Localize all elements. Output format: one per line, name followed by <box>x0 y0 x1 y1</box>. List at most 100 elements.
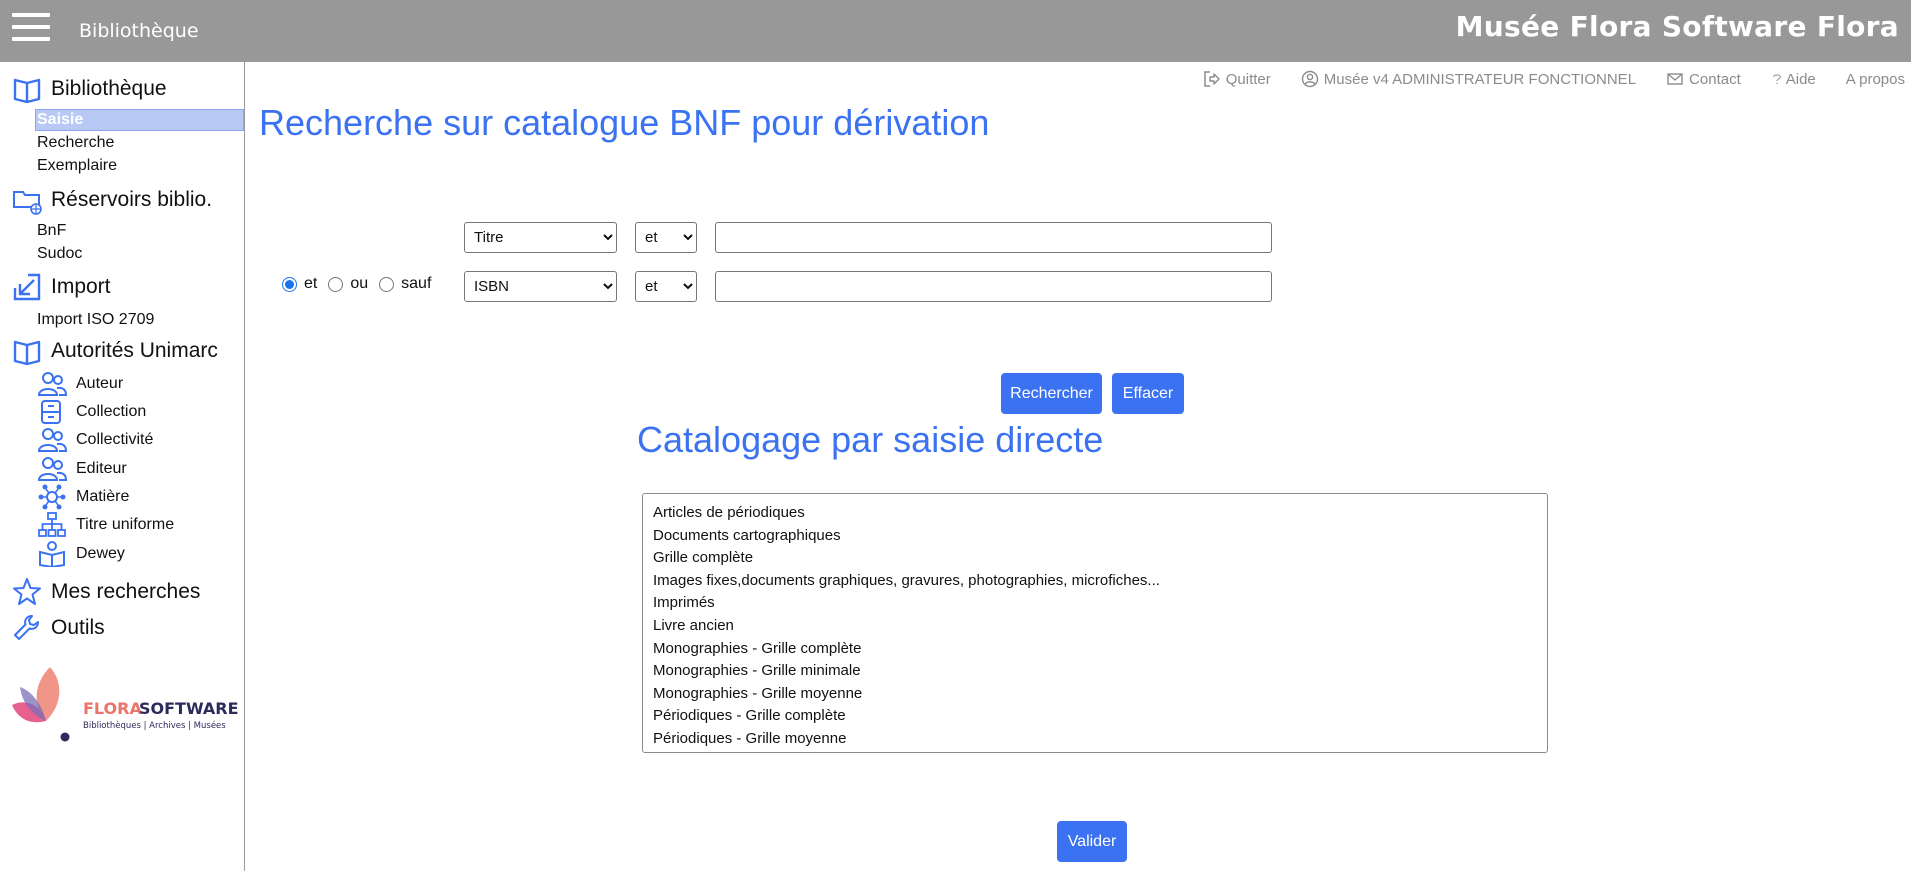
sidebar-item-bnf[interactable]: BnF <box>37 222 66 240</box>
sidebar-item-collection[interactable]: Collection <box>37 399 146 425</box>
search-input-2[interactable] <box>715 271 1272 302</box>
about-link[interactable]: A propos <box>1846 70 1905 88</box>
radio-sauf-label: sauf <box>401 275 432 292</box>
template-option[interactable]: Imprimés <box>643 592 1547 615</box>
logo-name-part1: FLORA <box>83 699 142 718</box>
users-icon <box>37 428 67 452</box>
sidebar-item-auteur[interactable]: Auteur <box>37 371 123 397</box>
radio-et[interactable]: et <box>282 275 317 293</box>
search-field-select-1[interactable]: Titre <box>464 222 617 253</box>
users-icon <box>37 372 67 396</box>
sidebar-item-label: Collectivité <box>76 431 154 448</box>
folder-globe-icon <box>13 191 42 215</box>
book-reader-icon <box>39 541 65 567</box>
sidebar-item-label: Collection <box>76 403 147 420</box>
sidebar-section-mes-recherches[interactable]: Mes recherches <box>12 577 200 607</box>
sidebar-item-label: Editeur <box>76 460 127 477</box>
book-open-icon <box>13 340 41 366</box>
quit-link[interactable]: Quitter <box>1203 70 1271 88</box>
user-link[interactable]: Musée v4 ADMINISTRATEUR FONCTIONNEL <box>1301 70 1636 88</box>
sidebar-section-label: Bibliothèque <box>51 77 167 100</box>
sidebar-section-label: Outils <box>51 616 105 639</box>
template-option[interactable]: Grille complète <box>643 547 1547 570</box>
sidebar-section-label: Import <box>51 275 111 298</box>
clear-button[interactable]: Effacer <box>1112 373 1184 414</box>
direct-cataloging-title: Catalogage par saisie directe <box>637 419 1104 460</box>
search-button[interactable]: Rechercher <box>1001 373 1102 414</box>
sidebar-item-recherche[interactable]: Recherche <box>37 134 114 152</box>
users-icon <box>37 457 67 481</box>
star-icon <box>13 578 41 605</box>
search-operator-select-1[interactable]: et <box>635 222 697 253</box>
radio-sauf[interactable]: sauf <box>379 275 431 293</box>
archive-icon <box>41 400 61 424</box>
help-label: Aide <box>1785 70 1816 88</box>
flora-software-logo: FLORA SOFTWARE Bibliothèques | Archives … <box>10 665 240 755</box>
quit-label: Quitter <box>1225 70 1271 88</box>
template-option[interactable]: Monographies - Grille complète <box>643 638 1547 661</box>
sidebar-section-outils[interactable]: Outils <box>12 613 105 643</box>
sidebar-item-collectivite[interactable]: Collectivité <box>37 427 153 453</box>
template-listbox[interactable]: Articles de périodiques Documents cartogr… <box>642 493 1548 753</box>
sidebar-item-editeur[interactable]: Editeur <box>37 456 127 482</box>
template-option[interactable]: Articles de périodiques <box>643 502 1547 525</box>
validate-button[interactable]: Valider <box>1057 821 1127 862</box>
template-option[interactable]: Livre ancien <box>643 615 1547 638</box>
template-option[interactable]: Images fixes,documents graphiques, gravu… <box>643 570 1547 593</box>
import-arrow-icon <box>13 273 41 301</box>
sidebar-item-label: Titre uniforme <box>76 516 175 533</box>
sidebar-item-import-iso[interactable]: Import ISO 2709 <box>37 311 154 329</box>
sidebar-item-sudoc[interactable]: Sudoc <box>37 245 82 263</box>
template-option[interactable]: Périodiques - Grille complète <box>643 705 1547 728</box>
sidebar-section-label: Réservoirs biblio. <box>51 188 213 211</box>
sidebar-item-matiere[interactable]: Matière <box>37 484 129 510</box>
radio-ou-input[interactable] <box>328 276 344 292</box>
radio-ou-label: ou <box>350 275 369 292</box>
sidebar-item-label: Dewey <box>76 545 125 562</box>
logo-name-part2: SOFTWARE <box>139 699 239 718</box>
template-option[interactable]: Monographies - Grille minimale <box>643 660 1547 683</box>
search-field-select-2[interactable]: ISBN <box>464 271 617 302</box>
boolean-radio-group: et ou sauf <box>282 275 442 293</box>
sidebar-section-reservoirs[interactable]: Réservoirs biblio. <box>12 185 212 215</box>
app-title: Musée Flora Software Flora <box>1455 10 1899 43</box>
user-circle-icon <box>1301 70 1318 88</box>
radio-sauf-input[interactable] <box>379 276 395 292</box>
top-bar: Bibliothèque Musée Flora Software Flora <box>0 0 1911 62</box>
sidebar-section-label: Autorités Unimarc <box>51 339 218 362</box>
top-links: Quitter Musée v4 ADMINISTRATEUR FONCTION… <box>1173 70 1905 88</box>
network-icon <box>38 484 66 510</box>
contact-link[interactable]: Contact <box>1666 70 1741 88</box>
menu-icon[interactable] <box>12 13 50 41</box>
search-operator-select-2[interactable]: et <box>635 271 697 302</box>
radio-et-input[interactable] <box>282 276 297 292</box>
sidebar-item-dewey[interactable]: Dewey <box>37 541 125 567</box>
template-option[interactable]: Périodiques - Grille moyenne <box>643 728 1547 751</box>
sidebar-section-autorites[interactable]: Autorités Unimarc <box>12 336 218 366</box>
sidebar: Bibliothèque Saisie Recherche Exemplaire… <box>0 62 245 871</box>
template-option[interactable]: Monographies - Grille moyenne <box>643 683 1547 706</box>
template-option[interactable]: Documents cartographiques <box>643 525 1547 548</box>
radio-ou[interactable]: ou <box>328 275 368 293</box>
sidebar-item-label: Matière <box>76 488 130 505</box>
sidebar-item-exemplaire[interactable]: Exemplaire <box>37 157 117 175</box>
book-open-icon <box>13 78 41 104</box>
sidebar-section-label: Mes recherches <box>51 580 201 603</box>
module-title: Bibliothèque <box>79 20 199 42</box>
radio-et-label: et <box>304 275 318 292</box>
question-icon <box>1772 74 1781 84</box>
mail-icon <box>1667 73 1683 85</box>
help-link[interactable]: Aide <box>1771 70 1816 88</box>
search-page-title: Recherche sur catalogue BNF pour dérivat… <box>259 102 990 143</box>
sidebar-item-titre-uniforme[interactable]: Titre uniforme <box>37 512 174 538</box>
logo-tagline: Bibliothèques | Archives | Musées <box>83 721 226 731</box>
logout-icon <box>1204 71 1220 87</box>
wrench-icon <box>14 615 39 640</box>
sidebar-item-saisie[interactable]: Saisie <box>35 109 244 131</box>
about-label: A propos <box>1845 70 1905 88</box>
flora-petal-logo-icon <box>12 667 70 742</box>
contact-label: Contact <box>1689 70 1741 88</box>
sidebar-section-import[interactable]: Import <box>12 272 111 302</box>
search-input-1[interactable] <box>715 222 1272 253</box>
sidebar-section-bibliotheque[interactable]: Bibliothèque <box>12 74 167 104</box>
